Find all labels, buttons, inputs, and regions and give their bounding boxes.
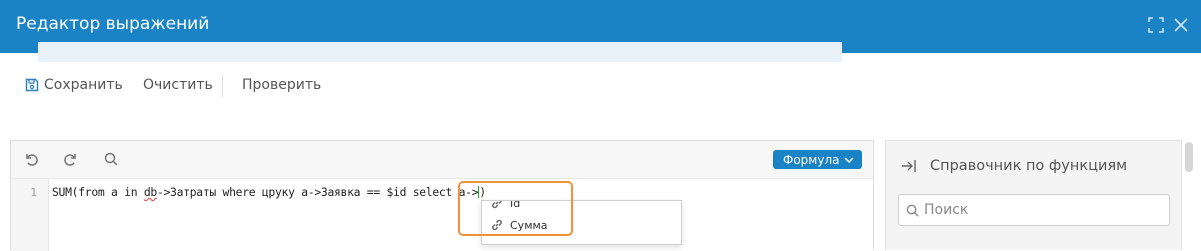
- undo-icon[interactable]: [23, 151, 41, 169]
- search-icon[interactable]: [103, 151, 121, 169]
- active-line-highlight: [38, 42, 842, 62]
- function-reference-title: Справочник по функциям: [930, 158, 1128, 174]
- save-icon: [25, 78, 39, 92]
- formula-mode-label: Формула: [783, 152, 840, 167]
- formula-mode-dropdown[interactable]: Формула: [773, 150, 863, 169]
- toolbar: Сохранить Очистить Проверить: [0, 53, 1201, 120]
- scrollbar[interactable]: [1184, 140, 1194, 240]
- function-reference-panel: Справочник по функциям: [885, 140, 1182, 250]
- editor-toolbar: Формула: [11, 141, 873, 179]
- toolbar-divider: [222, 75, 223, 97]
- autocomplete-item-label: Сумма: [510, 218, 548, 232]
- close-icon[interactable]: [1171, 15, 1191, 35]
- maximize-icon[interactable]: [1146, 15, 1166, 35]
- function-reference-header[interactable]: Справочник по функциям: [900, 158, 1127, 174]
- code-segment: ): [479, 185, 486, 199]
- code-segment: ->Затраты where црукy a->Заявка == $id s…: [156, 185, 479, 199]
- collapse-panel-icon: [902, 160, 916, 172]
- check-button[interactable]: Проверить: [242, 77, 321, 93]
- check-label: Проверить: [242, 77, 322, 93]
- code-input[interactable]: SUM(from a in db->Затраты where црукy a-…: [52, 185, 486, 199]
- line-gutter: 1: [11, 179, 49, 251]
- code-error-token: db: [143, 185, 157, 199]
- function-search-input[interactable]: [924, 202, 1154, 218]
- line-number: 1: [30, 186, 37, 199]
- autocomplete-popup: Id Сумма: [481, 200, 682, 245]
- scrollbar-thumb[interactable]: [1185, 142, 1193, 172]
- autocomplete-item[interactable]: Id: [482, 200, 681, 214]
- save-label: Сохранить: [44, 77, 123, 93]
- redo-icon[interactable]: [63, 151, 81, 169]
- search-icon: [906, 204, 919, 217]
- chevron-down-icon: [844, 156, 854, 163]
- function-search-field[interactable]: [898, 194, 1170, 226]
- clear-button[interactable]: Очистить: [143, 77, 213, 93]
- save-button[interactable]: Сохранить: [24, 77, 123, 93]
- window-title: Редактор выражений: [16, 14, 210, 34]
- autocomplete-item-label: Id: [510, 200, 521, 210]
- link-icon: [492, 201, 502, 209]
- autocomplete-item[interactable]: Сумма: [482, 214, 681, 236]
- clear-label: Очистить: [143, 77, 213, 93]
- link-icon: [492, 219, 502, 231]
- code-segment: SUM(from a in: [52, 185, 144, 199]
